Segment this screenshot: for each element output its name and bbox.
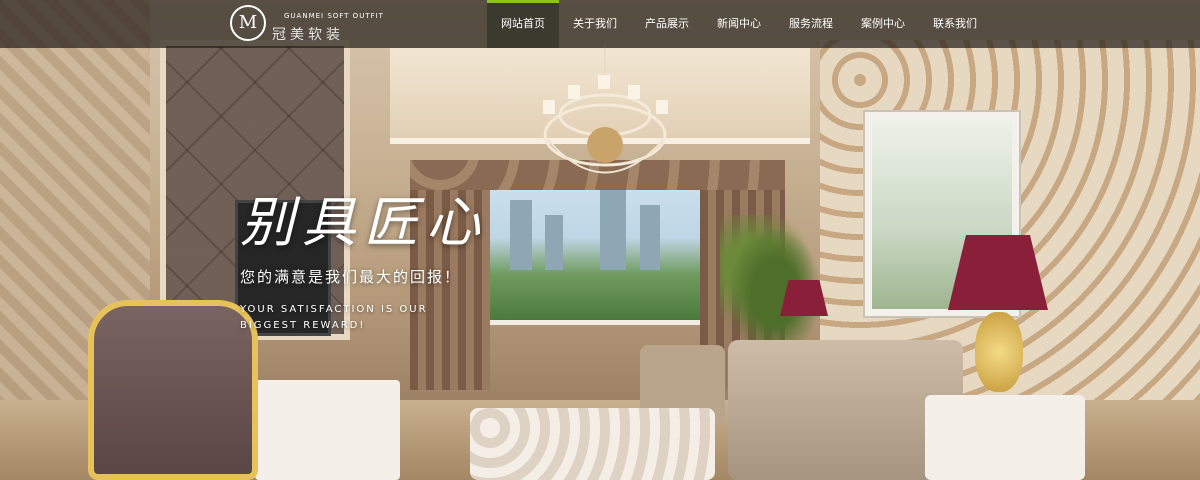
nav-item-home[interactable]: 网站首页 xyxy=(487,0,559,48)
nav-item-news[interactable]: 新闻中心 xyxy=(703,0,775,48)
nav-item-products[interactable]: 产品展示 xyxy=(631,0,703,48)
top-nav: M GUANMEI SOFT OUTFIT 冠美软装 网站首页 关于我们 产品展… xyxy=(0,0,1200,48)
logo-mark: M xyxy=(230,5,266,41)
main-menu: 网站首页 关于我们 产品展示 新闻中心 服务流程 案例中心 联系我们 xyxy=(487,0,991,48)
logo-brand: 冠美软装 xyxy=(272,27,344,43)
hero-banner: 别具匠心 您的满意是我们最大的回报！ YOUR SATISFACTION IS … xyxy=(0,0,1200,480)
tv-cabinet xyxy=(255,380,400,480)
chandelier-icon xyxy=(543,45,668,174)
side-table xyxy=(925,395,1085,480)
nav-item-about[interactable]: 关于我们 xyxy=(559,0,631,48)
hero-subline: 您的满意是我们最大的回报！ xyxy=(240,268,462,286)
nav-item-cases[interactable]: 案例中心 xyxy=(847,0,919,48)
armchair xyxy=(88,300,258,480)
hero-headline: 别具匠心 xyxy=(240,191,488,254)
nav-item-service-process[interactable]: 服务流程 xyxy=(775,0,847,48)
hero-english-tagline: YOUR SATISFACTION IS OUR BIGGEST REWARD! xyxy=(240,304,428,331)
nav-item-contact[interactable]: 联系我们 xyxy=(919,0,991,48)
lamp-base xyxy=(975,312,1023,392)
tufted-ottoman xyxy=(470,408,715,480)
logo-subtitle: GUANMEI SOFT OUTFIT xyxy=(284,12,384,20)
site-logo[interactable]: M GUANMEI SOFT OUTFIT 冠美软装 xyxy=(230,4,390,44)
